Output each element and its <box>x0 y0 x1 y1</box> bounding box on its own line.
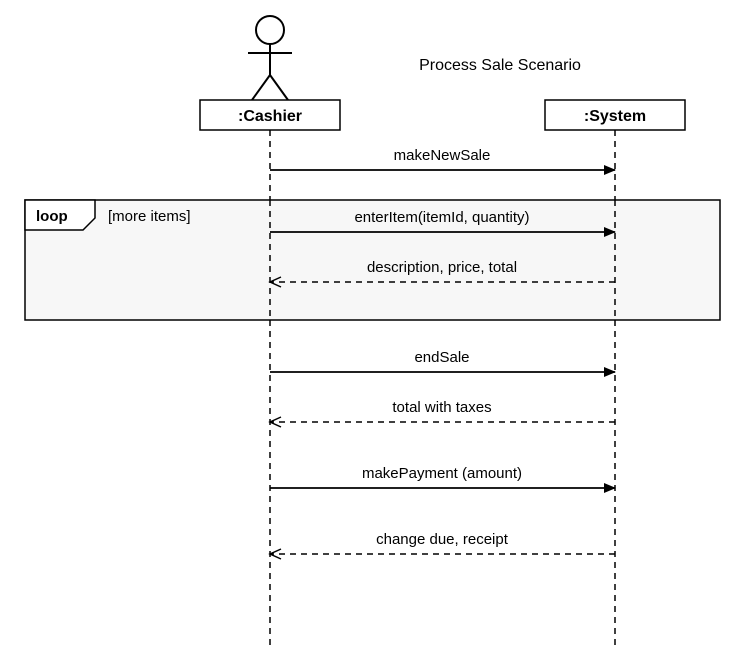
svg-text:enterItem(itemId, quantity): enterItem(itemId, quantity) <box>354 209 529 226</box>
svg-text:change due, receipt: change due, receipt <box>376 531 509 548</box>
actor-icon <box>248 16 292 100</box>
svg-text:total with taxes: total with taxes <box>392 399 491 416</box>
message-changeReceipt: change due, receipt <box>270 531 615 554</box>
loop-keyword: loop <box>36 208 68 225</box>
message-makePayment: makePayment (amount) <box>270 465 615 488</box>
svg-text:makeNewSale: makeNewSale <box>394 147 491 164</box>
lifeline-system: :System <box>545 100 685 130</box>
sequence-diagram: Process Sale Scenario :Cashier :System l… <box>0 0 750 660</box>
diagram-title: Process Sale Scenario <box>419 57 581 74</box>
svg-text:endSale: endSale <box>414 349 469 366</box>
svg-text:makePayment (amount): makePayment (amount) <box>362 465 522 482</box>
lifeline-cashier-label: :Cashier <box>238 108 302 125</box>
lifeline-cashier: :Cashier <box>200 100 340 130</box>
svg-text:description, price, total: description, price, total <box>367 259 517 276</box>
lifeline-system-label: :System <box>584 108 646 125</box>
message-endSale: endSale <box>270 349 615 372</box>
message-totalTaxes: total with taxes <box>270 399 615 422</box>
message-makeNewSale: makeNewSale <box>270 147 615 170</box>
loop-guard: [more items] <box>108 208 191 225</box>
